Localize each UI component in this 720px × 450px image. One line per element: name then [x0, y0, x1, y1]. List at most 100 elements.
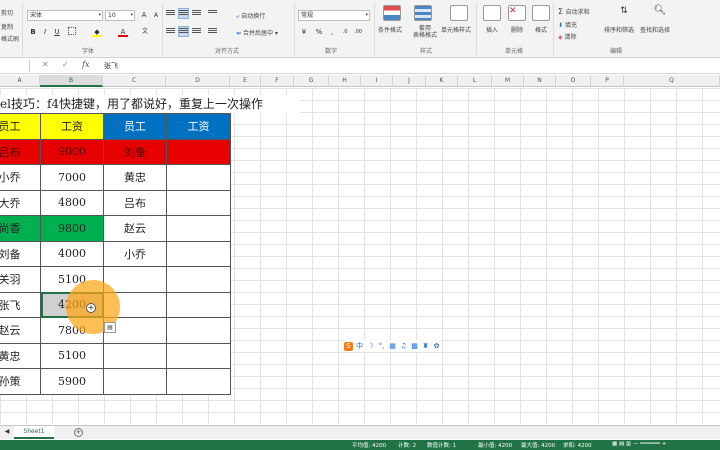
employee-cell[interactable]: 刘备 [0, 240, 41, 267]
lookup-salary-cell[interactable] [166, 342, 231, 369]
employee-cell[interactable]: 小乔 [0, 164, 41, 191]
column-header-d[interactable]: D [166, 75, 230, 87]
formula-input[interactable]: 张飞 [104, 61, 118, 71]
column-header-m[interactable]: M [492, 75, 524, 87]
add-sheet-button[interactable]: + [74, 428, 83, 437]
column-header-l[interactable]: L [458, 75, 492, 87]
insert-icon[interactable] [483, 5, 501, 21]
employee-cell[interactable]: 黄忠 [0, 342, 41, 369]
insert-function-button[interactable]: fx [82, 60, 89, 69]
name-box[interactable] [0, 60, 30, 72]
column-header-j[interactable]: J [393, 75, 426, 87]
enter-icon[interactable]: ✓ [62, 60, 69, 69]
italic-button[interactable]: I [40, 27, 50, 37]
column-header-f[interactable]: F [261, 75, 294, 87]
lookup-salary-cell[interactable] [166, 215, 231, 242]
salary-cell[interactable]: 9000 [40, 138, 104, 165]
lookup-name-cell[interactable]: 赵云 [103, 215, 167, 242]
salary-cell[interactable]: 4800 [40, 189, 104, 216]
cut-button[interactable]: 剪切 [1, 8, 13, 17]
format-as-table-label[interactable]: 套用 表格格式 [410, 25, 440, 39]
align-right-icon[interactable] [192, 27, 201, 36]
orientation-icon[interactable] [208, 9, 217, 18]
employee-cell[interactable]: 孙策 [0, 368, 41, 395]
increase-decimal-icon[interactable]: .0 [340, 27, 350, 37]
comma-button[interactable]: , [327, 27, 337, 37]
delete-label[interactable]: 删除 [511, 25, 523, 34]
column-header-c[interactable]: C [103, 75, 166, 87]
currency-icon[interactable]: ¥ [299, 27, 309, 37]
lookup-salary-cell[interactable] [166, 240, 231, 267]
insert-label[interactable]: 插入 [486, 25, 498, 34]
column-header-i[interactable]: I [361, 75, 393, 87]
align-left-icon[interactable] [166, 27, 175, 36]
sort-filter-label[interactable]: 排序和筛选 [604, 25, 634, 34]
keyboard-icon[interactable]: ▦ [388, 342, 397, 351]
phonetic-icon[interactable]: 文 [140, 27, 150, 37]
shirt-icon[interactable]: ♜ [421, 342, 430, 351]
lookup-name-cell[interactable]: 黄忠 [103, 164, 167, 191]
font-color-icon[interactable]: A [118, 27, 128, 37]
grow-font-button[interactable]: A [139, 10, 149, 20]
header-cell[interactable]: 工资 [166, 113, 231, 140]
salary-cell[interactable]: 5100 [40, 342, 104, 369]
header-cell[interactable]: 员工 [0, 113, 41, 140]
employee-cell[interactable]: 尚香 [0, 215, 41, 242]
find-select-label[interactable]: 查找和选择 [640, 25, 670, 34]
lookup-name-cell[interactable]: 小乔 [103, 240, 167, 267]
header-cell[interactable]: 工资 [40, 113, 104, 140]
lookup-salary-cell[interactable] [166, 189, 231, 216]
column-header-h[interactable]: H [329, 75, 361, 87]
indent-icon[interactable] [208, 27, 217, 36]
align-bottom-icon[interactable] [192, 9, 201, 18]
conditional-format-icon[interactable] [383, 5, 401, 21]
column-header-g[interactable]: G [294, 75, 329, 87]
copy-button[interactable]: 复制 [1, 22, 13, 31]
employee-cell[interactable]: 赵云 [0, 317, 41, 344]
autosum-button[interactable]: Σ 自动求和 [558, 7, 590, 16]
employee-cell[interactable]: 张飞 [0, 291, 41, 318]
column-header-n[interactable]: N [524, 75, 556, 87]
column-header-q[interactable]: Q [624, 75, 720, 87]
lookup-salary-cell[interactable] [166, 164, 231, 191]
lookup-name-cell[interactable]: 吕布 [103, 189, 167, 216]
fill-color-icon[interactable]: ◆ [92, 27, 102, 37]
shrink-font-button[interactable]: A [151, 11, 161, 21]
font-name-combo[interactable]: 宋体 ▾ [27, 10, 103, 21]
bold-button[interactable]: B [28, 27, 38, 37]
format-as-table-icon[interactable] [414, 5, 432, 21]
lookup-name-cell[interactable] [103, 342, 167, 369]
wrap-text-button[interactable]: ⤶ 自动换行 [236, 11, 265, 21]
percent-button[interactable]: % [314, 27, 324, 37]
align-center-icon[interactable] [178, 26, 189, 37]
column-header-e[interactable]: E [230, 75, 261, 87]
sheet-tab-sheet1[interactable]: Sheet1 [14, 426, 54, 439]
voice-icon[interactable]: ♫ [399, 342, 408, 351]
cancel-icon[interactable]: ✕ [42, 60, 49, 69]
punctuation-icon[interactable]: °, [377, 342, 386, 351]
view-buttons[interactable]: ▦ ▤ ▥ — ━━━━━━ + [612, 441, 666, 447]
moon-icon[interactable]: ☽ [366, 342, 375, 351]
lookup-name-cell[interactable] [103, 368, 167, 395]
salary-cell[interactable]: 9800 [40, 215, 104, 242]
column-header-p[interactable]: P [591, 75, 624, 87]
header-cell[interactable]: 员工 [103, 113, 167, 140]
underline-button[interactable]: U [52, 27, 62, 37]
font-size-combo[interactable]: 10 ▾ [105, 10, 135, 21]
cell-styles-label[interactable]: 单元格样式 [441, 25, 471, 34]
prev-sheet-icon[interactable]: ◀ [2, 427, 12, 437]
lookup-salary-cell[interactable] [166, 368, 231, 395]
salary-cell[interactable]: 4000 [40, 240, 104, 267]
format-label[interactable]: 格式 [535, 25, 547, 34]
paste-options-icon[interactable]: ▤ [104, 322, 116, 333]
format-painter-button[interactable]: 格式刷 [1, 34, 19, 43]
employee-cell[interactable]: 关羽 [0, 266, 41, 293]
column-header-b[interactable]: B [40, 75, 103, 87]
cell-styles-icon[interactable] [450, 5, 468, 21]
grid-icon[interactable]: ▩ [410, 342, 419, 351]
employee-cell[interactable]: 吕布 [0, 138, 41, 165]
number-format-combo[interactable]: 常规 ▾ [298, 10, 370, 21]
lookup-salary-cell[interactable] [166, 317, 231, 344]
column-header-k[interactable]: K [426, 75, 458, 87]
lookup-salary-cell[interactable] [166, 291, 231, 318]
